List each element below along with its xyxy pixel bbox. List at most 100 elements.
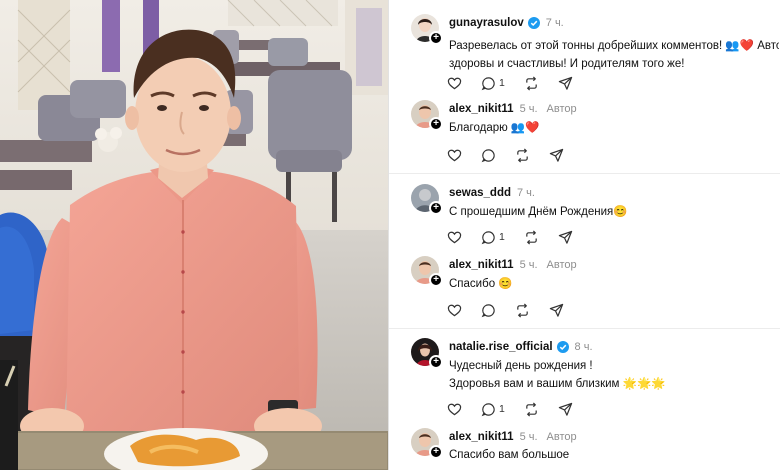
- comment-bubble-icon: [481, 303, 495, 317]
- reply-button[interactable]: 1: [481, 402, 505, 417]
- heart-icon: [447, 304, 462, 316]
- reply-button[interactable]: [481, 148, 496, 163]
- username[interactable]: sewas_ddd: [449, 187, 511, 199]
- share-icon: [558, 402, 573, 416]
- heart-icon: [447, 231, 462, 243]
- repost-button[interactable]: [524, 402, 539, 417]
- comment-actions: 1: [447, 228, 573, 246]
- comment-line: Чудесный день рождения !: [449, 360, 593, 372]
- comment-thread: + gunayrasulov 7 ч. Разревелась от этой …: [389, 0, 780, 470]
- reply-button[interactable]: 1: [481, 230, 505, 245]
- follow-plus-icon[interactable]: +: [429, 355, 443, 369]
- repost-button[interactable]: [515, 148, 530, 163]
- share-icon: [558, 76, 573, 90]
- repost-icon: [517, 148, 528, 162]
- heart-icon: [447, 149, 462, 161]
- share-button[interactable]: [558, 402, 573, 417]
- avatar[interactable]: +: [411, 184, 443, 215]
- comment-bubble-icon: [481, 148, 495, 162]
- comment-line: здоровы и счастливы! И родителям того же…: [449, 58, 685, 70]
- share-button[interactable]: [558, 76, 573, 91]
- share-button[interactable]: [549, 148, 564, 163]
- comment-text: Спасибо 😊: [449, 275, 779, 293]
- heart-icon: [447, 403, 462, 415]
- comment-text: Благодарю 👥❤️: [449, 119, 779, 137]
- comment-line: Разревелась от этой тонны добрейших комм…: [449, 40, 779, 52]
- username[interactable]: alex_nikit11: [449, 103, 514, 115]
- verified-badge-icon: [527, 17, 540, 29]
- timestamp: 5 ч.: [519, 259, 538, 271]
- timestamp: 7 ч.: [545, 17, 564, 29]
- follow-plus-icon[interactable]: +: [429, 31, 443, 45]
- username[interactable]: alex_nikit11: [449, 259, 514, 271]
- comment-header: gunayrasulov 7 ч.: [449, 14, 564, 32]
- comment-text: Спасибо вам большое: [449, 446, 779, 464]
- restaurant-portrait-image: [0, 0, 388, 470]
- avatar[interactable]: +: [411, 256, 443, 287]
- repost-icon: [526, 76, 537, 90]
- like-button[interactable]: [447, 303, 462, 318]
- comment-line: С прошедшим Днём Рождения😊: [449, 206, 628, 218]
- comment-header: sewas_ddd 7 ч.: [449, 184, 535, 202]
- reply-button[interactable]: 1: [481, 76, 505, 91]
- username[interactable]: natalie.rise_official: [449, 341, 553, 353]
- avatar[interactable]: +: [411, 338, 443, 369]
- share-button[interactable]: [549, 303, 564, 318]
- share-button[interactable]: [558, 230, 573, 245]
- comment-actions: [447, 301, 564, 319]
- reply-count: 1: [499, 231, 505, 243]
- comment-text: Разревелась от этой тонны добрейших комм…: [449, 37, 779, 73]
- heart-icon: [447, 77, 462, 89]
- follow-plus-icon[interactable]: +: [429, 201, 443, 215]
- follow-plus-icon[interactable]: +: [429, 273, 443, 287]
- comment-text: Чудесный день рождения ! Здоровья вам и …: [449, 357, 779, 393]
- comment-header: alex_nikit11 5 ч. Автор: [449, 428, 577, 446]
- follow-plus-icon[interactable]: +: [429, 117, 443, 131]
- timestamp: 8 ч.: [574, 341, 593, 353]
- comment-bubble-icon: [481, 230, 495, 244]
- author-label: Автор: [546, 259, 577, 271]
- reply-button[interactable]: [481, 303, 496, 318]
- avatar[interactable]: +: [411, 428, 443, 459]
- comment-line: Здоровья вам и вашим близким 🌟🌟🌟: [449, 378, 666, 390]
- comment-line: Благодарю 👥❤️: [449, 122, 540, 134]
- avatar[interactable]: +: [411, 14, 443, 45]
- share-icon: [549, 148, 564, 162]
- comment-bubble-icon: [481, 76, 495, 90]
- reply-count: 1: [499, 403, 505, 415]
- comment-header: alex_nikit11 5 ч. Автор: [449, 100, 577, 118]
- repost-button[interactable]: [524, 76, 539, 91]
- repost-button[interactable]: [524, 230, 539, 245]
- like-button[interactable]: [447, 402, 462, 417]
- comment-actions: 1: [447, 74, 573, 92]
- reply-count: 1: [499, 77, 505, 89]
- avatar[interactable]: +: [411, 100, 443, 131]
- thread-separator: [389, 173, 780, 174]
- timestamp: 5 ч.: [519, 103, 538, 115]
- comment-header: alex_nikit11 5 ч. Автор: [449, 256, 577, 274]
- repost-button[interactable]: [515, 303, 530, 318]
- like-button[interactable]: [447, 148, 462, 163]
- verified-badge-icon: [556, 341, 569, 353]
- timestamp: 7 ч.: [517, 187, 535, 199]
- like-button[interactable]: [447, 76, 462, 91]
- repost-icon: [526, 230, 537, 244]
- share-icon: [549, 303, 564, 317]
- comment-actions: [447, 146, 564, 164]
- comment-actions: 1: [447, 400, 573, 418]
- like-button[interactable]: [447, 230, 462, 245]
- post-photo: [0, 0, 388, 470]
- thread-separator: [389, 328, 780, 329]
- author-label: Автор: [546, 431, 577, 443]
- repost-icon: [526, 402, 537, 416]
- author-label: Автор: [546, 103, 577, 115]
- follow-plus-icon[interactable]: +: [429, 445, 443, 459]
- username[interactable]: alex_nikit11: [449, 431, 514, 443]
- comment-header: natalie.rise_official 8 ч.: [449, 338, 593, 356]
- comment-bubble-icon: [481, 402, 495, 416]
- comment-line: Спасибо 😊: [449, 278, 513, 290]
- share-icon: [558, 230, 573, 244]
- comment-line: Спасибо вам большое: [449, 449, 570, 461]
- username[interactable]: gunayrasulov: [449, 17, 524, 29]
- comment-text: С прошедшим Днём Рождения😊: [449, 203, 779, 221]
